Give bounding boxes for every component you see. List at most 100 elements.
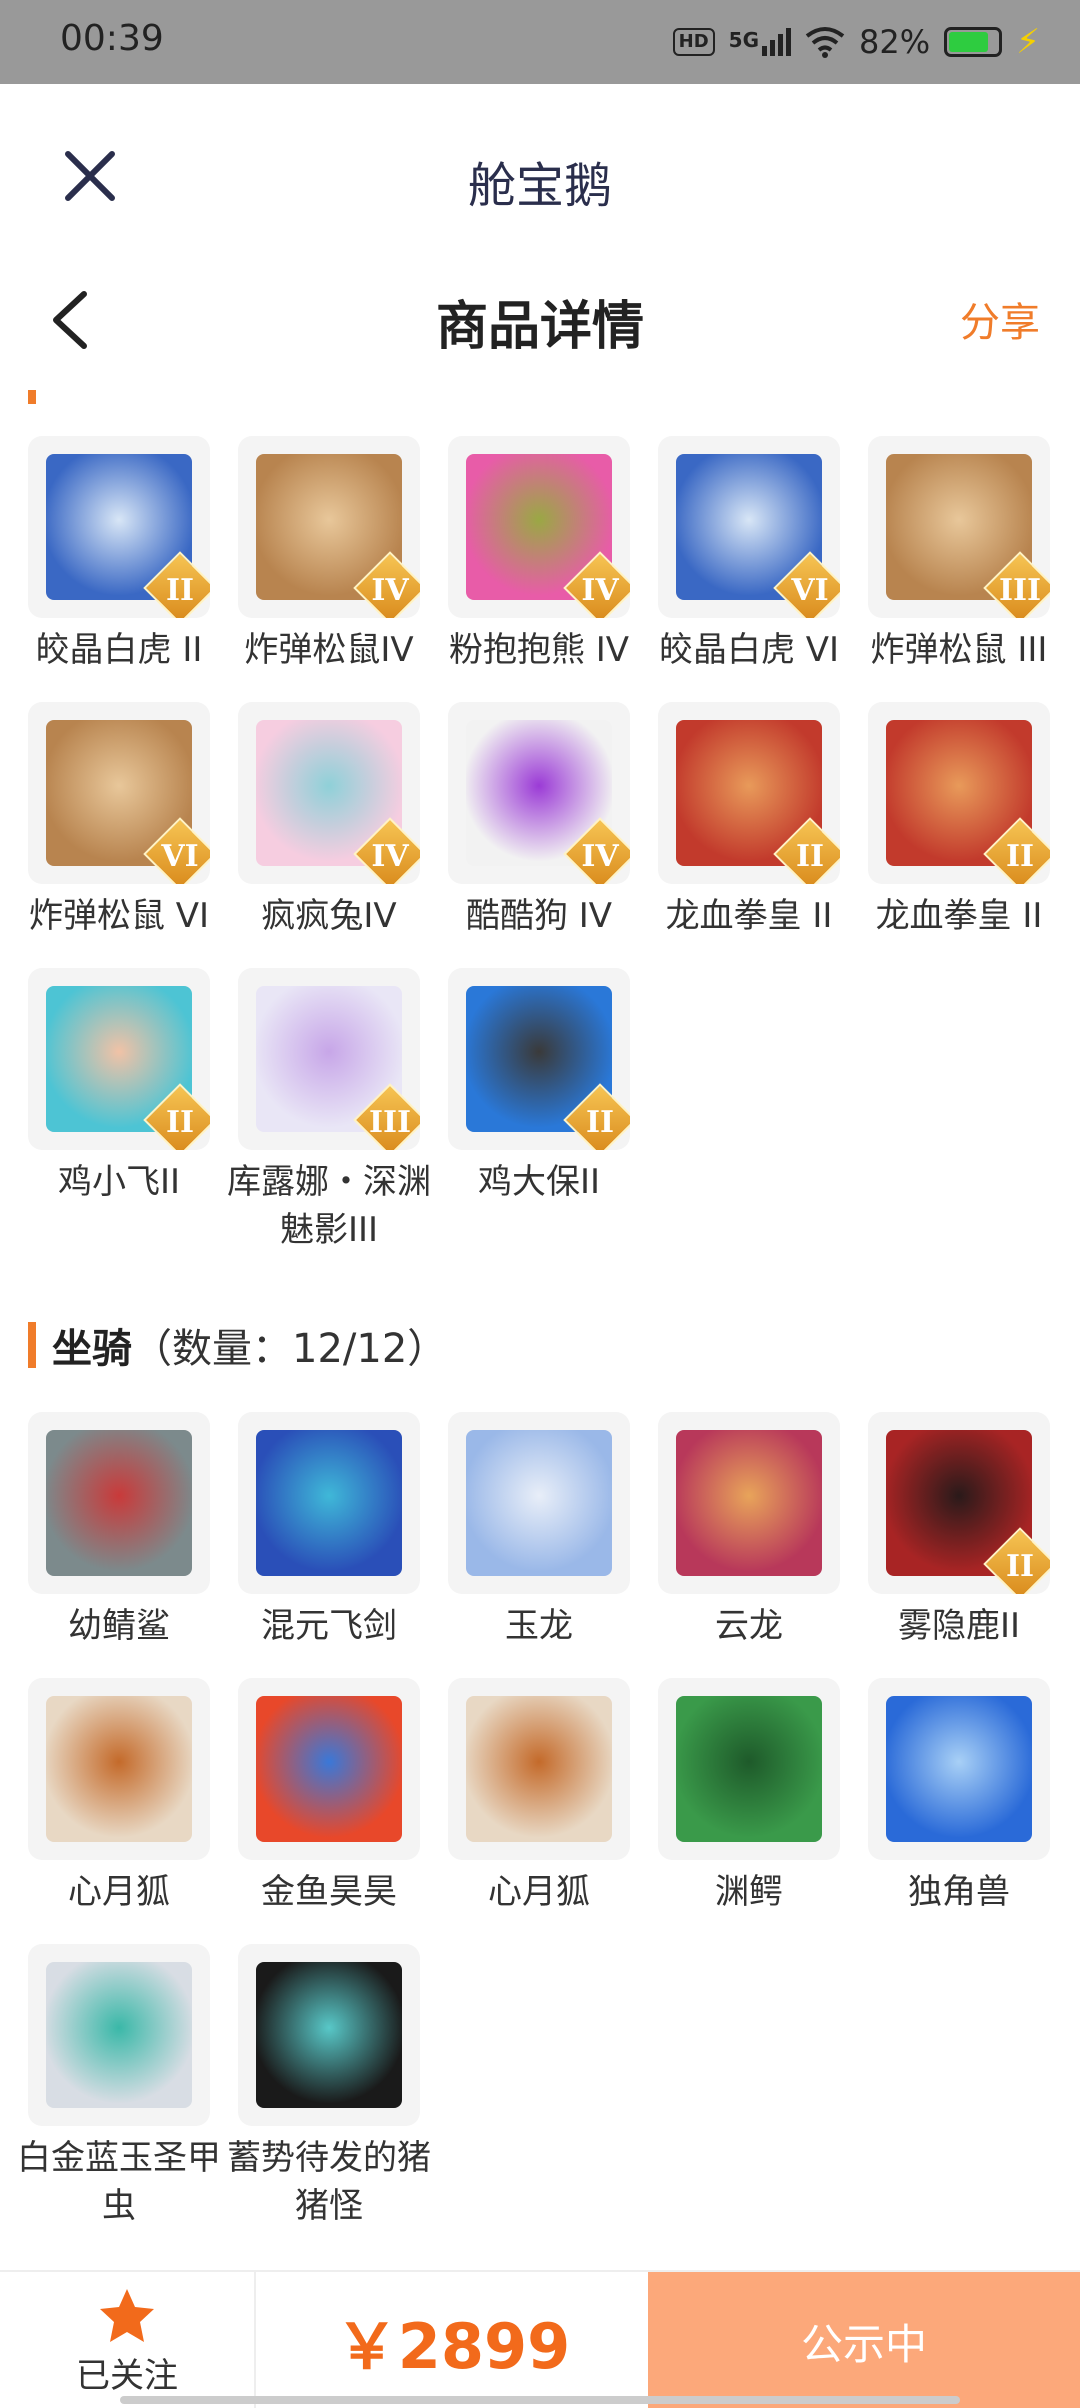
grid-item[interactable]: II 雾隐鹿II (868, 1412, 1050, 1650)
item-thumbnail: VI (28, 702, 210, 884)
item-name: 皎晶白虎 VI (658, 630, 840, 670)
tier-label: VI (161, 839, 199, 874)
pig-monster-icon (256, 1962, 402, 2108)
grid-item[interactable]: III 库露娜・深渊魅影III (227, 968, 431, 1254)
unicorn-icon (886, 1696, 1032, 1842)
item-thumbnail (448, 1412, 630, 1594)
item-thumbnail (28, 1678, 210, 1860)
grid-item[interactable]: 心月狐 (448, 1678, 630, 1916)
grid-item[interactable]: 幼鲭鲨 (28, 1412, 210, 1650)
tier-label: II (1005, 1549, 1035, 1584)
item-name: 炸弹松鼠 III (870, 630, 1048, 670)
item-name: 渊鳄 (715, 1872, 783, 1912)
item-name: 鸡大保II (477, 1162, 601, 1202)
grid-item[interactable]: II 龙血拳皇 II (868, 702, 1050, 940)
item-thumbnail (28, 1944, 210, 2126)
mini-app-header: 舱宝鹅 (0, 84, 1080, 264)
grid-item[interactable]: VI 皎晶白虎 VI (658, 436, 840, 674)
item-name: 白金蓝玉圣甲虫 (17, 2138, 221, 2226)
item-thumbnail: IV (238, 436, 420, 618)
network-label: 5G (728, 28, 759, 52)
grid-item[interactable]: 云龙 (658, 1412, 840, 1650)
price-display: ￥2899 (258, 2272, 648, 2408)
star-icon (100, 2288, 154, 2342)
item-thumbnail: IV (448, 702, 630, 884)
grid-item[interactable]: II 皎晶白虎 II (28, 436, 210, 674)
price: ￥2899 (335, 2310, 571, 2383)
grid-item[interactable]: II 鸡小飞II (28, 968, 210, 1254)
item-thumbnail (238, 1412, 420, 1594)
wifi-icon (805, 27, 845, 58)
tier-label: III (368, 1105, 412, 1140)
item-name: 粉抱抱熊 IV (448, 630, 630, 670)
tier-label: II (795, 839, 825, 874)
item-thumbnail: II (868, 1412, 1050, 1594)
home-indicator (120, 2396, 960, 2404)
grid-item[interactable]: IV 酷酷狗 IV (448, 702, 630, 940)
item-name: 雾隐鹿II (897, 1606, 1021, 1646)
item-name: 龙血拳皇 II (665, 896, 833, 936)
item-thumbnail: II (448, 968, 630, 1150)
grid-item[interactable]: 心月狐 (28, 1678, 210, 1916)
grid-item[interactable]: III 炸弹松鼠 III (868, 436, 1050, 674)
pets-grid: II 皎晶白虎 II IV 炸弹松鼠IV IV 粉抱抱熊 IV VI 皎晶白虎 VI III 炸弹… (28, 436, 1058, 1254)
status-icons: HD 5G 82% ⚡ (672, 22, 1040, 62)
grid-item[interactable]: II 鸡大保II (448, 968, 630, 1254)
item-name: 心月狐 (68, 1872, 170, 1912)
item-thumbnail: III (238, 968, 420, 1150)
item-thumbnail (658, 1412, 840, 1594)
share-button[interactable]: 分享 (960, 290, 1040, 348)
cloud-dragon-icon (676, 1430, 822, 1576)
jade-dragon-icon (466, 1430, 612, 1576)
item-name: 混元飞剑 (261, 1606, 397, 1646)
status-time: 00:39 (60, 18, 164, 59)
follow-label: 已关注 (76, 2355, 178, 2396)
battery-icon (944, 27, 1003, 57)
status-button[interactable]: 公示中 (648, 2272, 1080, 2408)
tier-label: II (1005, 839, 1035, 874)
item-name: 云龙 (715, 1606, 783, 1646)
crocodile-icon (676, 1696, 822, 1842)
grid-item[interactable]: 渊鳄 (658, 1678, 840, 1916)
grid-item[interactable]: IV 疯疯兔IV (238, 702, 420, 940)
section-accent-bar (28, 1322, 36, 1368)
grid-item[interactable]: 蓄势待发的猪猪怪 (227, 1944, 431, 2230)
follow-button[interactable]: 已关注 (0, 2272, 256, 2408)
grid-item[interactable]: 玉龙 (448, 1412, 630, 1650)
tier-label: VI (791, 573, 829, 608)
grid-item[interactable]: IV 粉抱抱熊 IV (448, 436, 630, 674)
item-thumbnail: IV (238, 702, 420, 884)
item-thumbnail: IV (448, 436, 630, 618)
item-thumbnail: III (868, 436, 1050, 618)
tier-label: II (165, 1105, 195, 1140)
item-name: 酷酷狗 IV (465, 896, 613, 936)
item-name: 独角兽 (908, 1872, 1010, 1912)
item-thumbnail (238, 1678, 420, 1860)
item-name: 炸弹松鼠IV (244, 630, 414, 670)
item-thumbnail: VI (658, 436, 840, 618)
grid-item[interactable]: VI 炸弹松鼠 VI (28, 702, 210, 940)
item-thumbnail (448, 1678, 630, 1860)
grid-item[interactable]: 混元飞剑 (238, 1412, 420, 1650)
item-name: 心月狐 (488, 1872, 590, 1912)
item-thumbnail (658, 1678, 840, 1860)
grid-item[interactable]: IV 炸弹松鼠IV (238, 436, 420, 674)
tier-label: IV (371, 573, 409, 608)
item-name: 疯疯兔IV (261, 896, 397, 936)
grid-item[interactable]: 白金蓝玉圣甲虫 (17, 1944, 221, 2230)
section-title: 坐骑 (52, 1326, 132, 1372)
battery-percent: 82% (859, 23, 931, 61)
item-name: 库露娜・深渊魅影III (227, 1162, 431, 1250)
section-count: （数量：12/12） (132, 1326, 448, 1372)
item-thumbnail: II (868, 702, 1050, 884)
mini-app-title: 舱宝鹅 (467, 158, 612, 214)
bottom-action-bar: 已关注 ￥2899 公示中 (0, 2270, 1080, 2408)
content-scroll[interactable]: II 皎晶白虎 II IV 炸弹松鼠IV IV 粉抱抱熊 IV VI 皎晶白虎 VI III 炸弹… (0, 374, 1080, 2244)
charging-icon: ⚡ (1016, 22, 1040, 62)
grid-item[interactable]: 金鱼昊昊 (238, 1678, 420, 1916)
section-accent-bar (28, 390, 36, 404)
grid-item[interactable]: II 龙血拳皇 II (658, 702, 840, 940)
grid-item[interactable]: 独角兽 (868, 1678, 1050, 1916)
tier-label: IV (581, 573, 619, 608)
item-thumbnail: II (28, 968, 210, 1150)
